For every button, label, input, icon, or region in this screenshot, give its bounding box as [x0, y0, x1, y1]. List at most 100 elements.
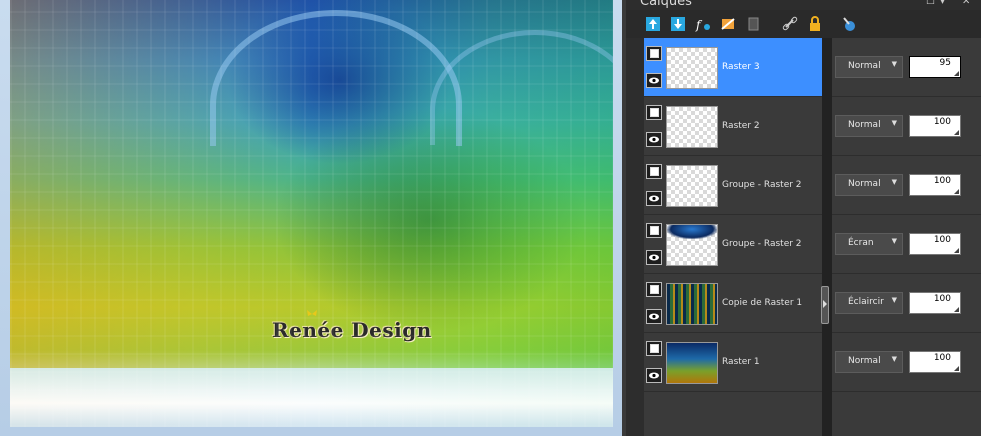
blend-mode-select[interactable]: Éclaircir ▼: [835, 292, 903, 314]
layer-row[interactable]: Groupe - Raster 2 Écran ▼ 100: [644, 215, 981, 274]
layer-info[interactable]: Raster 1: [644, 333, 822, 391]
blend-mode-select[interactable]: Normal ▼: [835, 56, 903, 78]
opacity-field[interactable]: 100: [909, 115, 961, 137]
canvas-floor-decoration: [10, 368, 613, 427]
panel-title: Calques: [640, 0, 692, 9]
layer-row[interactable]: Groupe - Raster 2 Normal ▼ 100: [644, 156, 981, 215]
chevron-down-icon: ▼: [891, 296, 897, 304]
new-vector-layer-icon[interactable]: [669, 15, 687, 33]
group-layer-icon: [646, 223, 662, 238]
chevron-down-icon: ▼: [891, 119, 897, 127]
layer-thumbnail: [666, 106, 718, 148]
canvas-arch-decoration-right: [430, 30, 613, 145]
layer-props: Normal ▼ 100: [832, 333, 981, 391]
layer-row[interactable]: Raster 2 Normal ▼ 100: [644, 97, 981, 156]
canvas-image[interactable]: Renée Design: [10, 0, 613, 427]
layers-panel: Calques ☐ ▾ ✕ f Raster 3 Normal ▼ 95 Ras…: [626, 0, 981, 436]
blend-mode-select[interactable]: Normal ▼: [835, 351, 903, 373]
close-icon[interactable]: ✕: [962, 0, 970, 7]
blend-mode-value: Normal: [848, 356, 881, 366]
chevron-down-icon: ▼: [891, 60, 897, 68]
layer-info[interactable]: Groupe - Raster 2: [644, 156, 822, 214]
mask-icon[interactable]: [719, 15, 737, 33]
blend-mode-select[interactable]: Normal ▼: [835, 174, 903, 196]
paint-icon[interactable]: [840, 15, 858, 33]
opacity-slider-icon[interactable]: [954, 189, 959, 194]
opacity-value: 100: [933, 294, 951, 304]
chevron-down-icon: ▼: [891, 237, 897, 245]
eye-icon[interactable]: [646, 73, 662, 88]
raster-layer-icon: [646, 105, 662, 120]
layer-name[interactable]: Copie de Raster 1: [722, 298, 802, 308]
opacity-field[interactable]: 100: [909, 233, 961, 255]
blend-mode-value: Éclaircir: [848, 297, 884, 307]
chevron-down-icon: ▼: [891, 178, 897, 186]
layers-toolbar: f: [626, 10, 981, 38]
layer-info[interactable]: Groupe - Raster 2: [644, 215, 822, 273]
layer-name[interactable]: Groupe - Raster 2: [722, 180, 802, 190]
opacity-field[interactable]: 100: [909, 292, 961, 314]
duplicate-icon[interactable]: [744, 15, 762, 33]
empty-layer-area: [644, 392, 822, 436]
eye-icon[interactable]: [646, 191, 662, 206]
new-effect-layer-icon[interactable]: f: [694, 15, 712, 33]
opacity-slider-icon[interactable]: [954, 307, 959, 312]
layer-props: Normal ▼ 100: [832, 97, 981, 155]
opacity-field[interactable]: 95: [909, 56, 961, 78]
restore-icon[interactable]: ☐: [926, 0, 935, 7]
panel-splitter-handle[interactable]: [821, 286, 829, 324]
opacity-field[interactable]: 100: [909, 351, 961, 373]
layer-row[interactable]: Raster 3 Normal ▼ 95: [644, 38, 981, 97]
layer-thumbnail: [666, 283, 718, 325]
link-icon[interactable]: [781, 15, 799, 33]
watermark-text: Renée Design: [272, 318, 432, 342]
raster-layer-icon: [646, 341, 662, 356]
opacity-field[interactable]: 100: [909, 174, 961, 196]
opacity-slider-icon[interactable]: [954, 71, 959, 76]
layer-thumbnail: [666, 165, 718, 207]
opacity-slider-icon[interactable]: [954, 130, 959, 135]
layer-name[interactable]: Raster 1: [722, 357, 760, 367]
layer-name[interactable]: Groupe - Raster 2: [722, 239, 802, 249]
layer-name[interactable]: Raster 2: [722, 121, 760, 131]
blend-mode-value: Normal: [848, 120, 881, 130]
opacity-value: 100: [933, 117, 951, 127]
layer-row[interactable]: Raster 1 Normal ▼ 100: [644, 333, 981, 392]
blend-mode-value: Écran: [848, 238, 874, 248]
layer-thumbnail: [666, 224, 718, 266]
raster-layer-icon: [646, 282, 662, 297]
blend-mode-select[interactable]: Écran ▼: [835, 233, 903, 255]
eye-icon[interactable]: [646, 132, 662, 147]
layer-name[interactable]: Raster 3: [722, 62, 760, 72]
new-raster-layer-icon[interactable]: [644, 15, 662, 33]
eye-icon[interactable]: [646, 250, 662, 265]
canvas-arch-decoration: [210, 10, 462, 146]
blend-mode-value: Normal: [848, 61, 881, 71]
eye-icon[interactable]: [646, 309, 662, 324]
layer-props: Normal ▼ 95: [832, 38, 981, 96]
layer-thumbnail: [666, 342, 718, 384]
layer-props: Écran ▼ 100: [832, 215, 981, 273]
chevron-down-icon: ▼: [891, 355, 897, 363]
dropdown-icon[interactable]: ▾: [940, 0, 945, 7]
layer-thumbnail: [666, 47, 718, 89]
blend-mode-select[interactable]: Normal ▼: [835, 115, 903, 137]
blend-mode-value: Normal: [848, 179, 881, 189]
layer-info[interactable]: Raster 2: [644, 97, 822, 155]
opacity-value: 100: [933, 176, 951, 186]
layer-info[interactable]: Copie de Raster 1: [644, 274, 822, 332]
opacity-slider-icon[interactable]: [954, 366, 959, 371]
eye-icon[interactable]: [646, 368, 662, 383]
opacity-value: 100: [933, 353, 951, 363]
layer-props: Normal ▼ 100: [832, 156, 981, 214]
layer-row[interactable]: Copie de Raster 1 Éclaircir ▼ 100: [644, 274, 981, 333]
svg-text:f: f: [695, 18, 703, 32]
opacity-slider-icon[interactable]: [954, 248, 959, 253]
empty-props-area: [832, 392, 981, 436]
layer-props: Éclaircir ▼ 100: [832, 274, 981, 332]
group-layer-icon: [646, 164, 662, 179]
canvas-window: Renée Design: [0, 0, 622, 436]
lock-icon[interactable]: [806, 15, 824, 33]
layer-info[interactable]: Raster 3: [644, 38, 822, 96]
opacity-value: 100: [933, 235, 951, 245]
